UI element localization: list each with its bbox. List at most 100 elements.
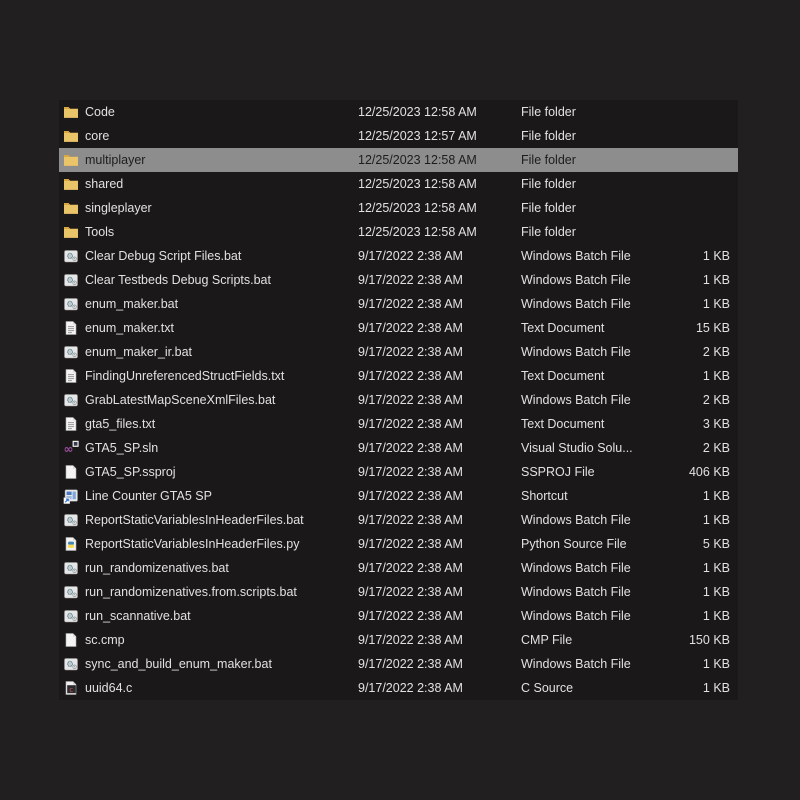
file-date-modified: 9/17/2022 2:38 AM bbox=[358, 249, 463, 263]
folder-icon bbox=[63, 128, 79, 144]
file-size: 2 KB bbox=[702, 393, 730, 407]
batch-file-icon: ⚙ ⚙ bbox=[63, 584, 79, 600]
file-row[interactable]: ⚙ ⚙ enum_maker_ir.bat 9/17/2022 2:38 AM W… bbox=[59, 340, 738, 364]
file-row[interactable]: sc.cmp 9/17/2022 2:38 AM CMP File 150 KB bbox=[59, 628, 738, 652]
file-row[interactable]: ⚙ ⚙ run_randomizenatives.from.scripts.bat… bbox=[59, 580, 738, 604]
file-size: 1 KB bbox=[702, 297, 730, 311]
file-size: 5 KB bbox=[702, 537, 730, 551]
file-row[interactable]: singleplayer 12/25/2023 12:58 AM File fo… bbox=[59, 196, 738, 220]
file-type: SSPROJ File bbox=[521, 465, 595, 479]
file-size: 1 KB bbox=[702, 369, 730, 383]
desktop-background: Code 12/25/2023 12:58 AM File folder cor… bbox=[0, 0, 800, 800]
file-name: gta5_files.txt bbox=[85, 417, 156, 431]
folder-icon bbox=[63, 224, 79, 240]
batch-file-icon: ⚙ ⚙ bbox=[63, 512, 79, 528]
batch-file-icon: ⚙ ⚙ bbox=[63, 296, 79, 312]
file-list: Code 12/25/2023 12:58 AM File folder cor… bbox=[59, 100, 738, 700]
file-size: 15 KB bbox=[695, 321, 730, 335]
file-row[interactable]: ⚙ ⚙ ReportStaticVariablesInHeaderFiles.ba… bbox=[59, 508, 738, 532]
file-size: 1 KB bbox=[702, 513, 730, 527]
file-type: Windows Batch File bbox=[521, 513, 631, 527]
file-size: 2 KB bbox=[702, 345, 730, 359]
file-type: Windows Batch File bbox=[521, 249, 631, 263]
svg-text:⚙: ⚙ bbox=[72, 663, 78, 671]
file-date-modified: 9/17/2022 2:38 AM bbox=[358, 513, 463, 527]
file-name: Tools bbox=[85, 225, 115, 239]
file-name: enum_maker.bat bbox=[85, 297, 179, 311]
text-document-icon bbox=[63, 320, 79, 336]
file-row[interactable]: shared 12/25/2023 12:58 AM File folder bbox=[59, 172, 738, 196]
file-size: 1 KB bbox=[702, 561, 730, 575]
file-row[interactable]: FindingUnreferencedStructFields.txt 9/17… bbox=[59, 364, 738, 388]
file-row[interactable]: ⚙ ⚙ enum_maker.bat 9/17/2022 2:38 AM Wind… bbox=[59, 292, 738, 316]
file-row[interactable]: enum_maker.txt 9/17/2022 2:38 AM Text Do… bbox=[59, 316, 738, 340]
file-name: Clear Testbeds Debug Scripts.bat bbox=[85, 273, 271, 287]
file-size: 406 KB bbox=[688, 465, 730, 479]
file-type: Shortcut bbox=[521, 489, 568, 503]
file-row[interactable]: ⚙ ⚙ Clear Testbeds Debug Scripts.bat 9/17… bbox=[59, 268, 738, 292]
file-name: shared bbox=[85, 177, 124, 191]
file-date-modified: 9/17/2022 2:38 AM bbox=[358, 417, 463, 431]
file-type: Windows Batch File bbox=[521, 657, 631, 671]
file-date-modified: 9/17/2022 2:38 AM bbox=[358, 273, 463, 287]
file-row[interactable]: multiplayer 12/25/2023 12:58 AM File fol… bbox=[59, 148, 738, 172]
file-row[interactable]: core 12/25/2023 12:57 AM File folder bbox=[59, 124, 738, 148]
svg-text:⚙: ⚙ bbox=[72, 399, 78, 407]
file-type: Windows Batch File bbox=[521, 345, 631, 359]
file-type: CMP File bbox=[521, 633, 573, 647]
file-date-modified: 9/17/2022 2:38 AM bbox=[358, 441, 463, 455]
file-date-modified: 9/17/2022 2:38 AM bbox=[358, 681, 463, 695]
file-name: run_randomizenatives.bat bbox=[85, 561, 229, 575]
file-row[interactable]: Code 12/25/2023 12:58 AM File folder bbox=[59, 100, 738, 124]
c-source-icon: c bbox=[63, 680, 79, 696]
file-name: singleplayer bbox=[85, 201, 152, 215]
file-type: Windows Batch File bbox=[521, 297, 631, 311]
file-row[interactable]: GTA5_SP.ssproj 9/17/2022 2:38 AM SSPROJ … bbox=[59, 460, 738, 484]
file-row[interactable]: ⚙ ⚙ run_randomizenatives.bat 9/17/2022 2:… bbox=[59, 556, 738, 580]
file-type: File folder bbox=[521, 129, 576, 143]
batch-file-icon: ⚙ ⚙ bbox=[63, 344, 79, 360]
svg-text:⚙: ⚙ bbox=[72, 351, 78, 359]
file-row[interactable]: ⚙ ⚙ GrabLatestMapSceneXmlFiles.bat 9/17/2… bbox=[59, 388, 738, 412]
file-type: Windows Batch File bbox=[521, 585, 631, 599]
file-name: run_randomizenatives.from.scripts.bat bbox=[85, 585, 297, 599]
file-row[interactable]: c uuid64.c 9/17/2022 2:38 AM C Source 1 … bbox=[59, 676, 738, 700]
batch-file-icon: ⚙ ⚙ bbox=[63, 608, 79, 624]
file-row[interactable]: ∞ GTA5_SP.sln 9/17/2022 2:38 AM Visual S… bbox=[59, 436, 738, 460]
file-name: multiplayer bbox=[85, 153, 146, 167]
batch-file-icon: ⚙ ⚙ bbox=[63, 248, 79, 264]
file-type: File folder bbox=[521, 153, 576, 167]
file-type: C Source bbox=[521, 681, 574, 695]
document-icon bbox=[63, 632, 79, 648]
file-date-modified: 9/17/2022 2:38 AM bbox=[358, 657, 463, 671]
file-name: ReportStaticVariablesInHeaderFiles.py bbox=[85, 537, 300, 551]
file-row[interactable]: ⚙ ⚙ Clear Debug Script Files.bat 9/17/202… bbox=[59, 244, 738, 268]
file-row[interactable]: gta5_files.txt 9/17/2022 2:38 AM Text Do… bbox=[59, 412, 738, 436]
file-size: 3 KB bbox=[702, 417, 730, 431]
svg-text:⚙: ⚙ bbox=[72, 255, 78, 263]
file-type: File folder bbox=[521, 105, 576, 119]
file-row[interactable]: ReportStaticVariablesInHeaderFiles.py 9/… bbox=[59, 532, 738, 556]
svg-text:⚙: ⚙ bbox=[72, 519, 78, 527]
folder-icon bbox=[63, 176, 79, 192]
file-type: Text Document bbox=[521, 321, 605, 335]
file-date-modified: 9/17/2022 2:38 AM bbox=[358, 537, 463, 551]
text-document-icon bbox=[63, 368, 79, 384]
file-date-modified: 9/17/2022 2:38 AM bbox=[358, 321, 463, 335]
svg-text:∞: ∞ bbox=[64, 442, 74, 456]
file-size: 2 KB bbox=[702, 441, 730, 455]
svg-text:⚙: ⚙ bbox=[72, 591, 78, 599]
file-name: FindingUnreferencedStructFields.txt bbox=[85, 369, 285, 383]
file-name: GTA5_SP.sln bbox=[85, 441, 159, 455]
file-row[interactable]: Line Counter GTA5 SP 9/17/2022 2:38 AM S… bbox=[59, 484, 738, 508]
file-name: GrabLatestMapSceneXmlFiles.bat bbox=[85, 393, 276, 407]
file-type: File folder bbox=[521, 225, 576, 239]
file-name: enum_maker.txt bbox=[85, 321, 174, 335]
file-row[interactable]: ⚙ ⚙ sync_and_build_enum_maker.bat 9/17/20… bbox=[59, 652, 738, 676]
file-size: 1 KB bbox=[702, 585, 730, 599]
file-row[interactable]: ⚙ ⚙ run_scannative.bat 9/17/2022 2:38 AM … bbox=[59, 604, 738, 628]
file-date-modified: 9/17/2022 2:38 AM bbox=[358, 561, 463, 575]
file-name: sc.cmp bbox=[85, 633, 125, 647]
python-icon bbox=[63, 536, 79, 552]
file-row[interactable]: Tools 12/25/2023 12:58 AM File folder bbox=[59, 220, 738, 244]
